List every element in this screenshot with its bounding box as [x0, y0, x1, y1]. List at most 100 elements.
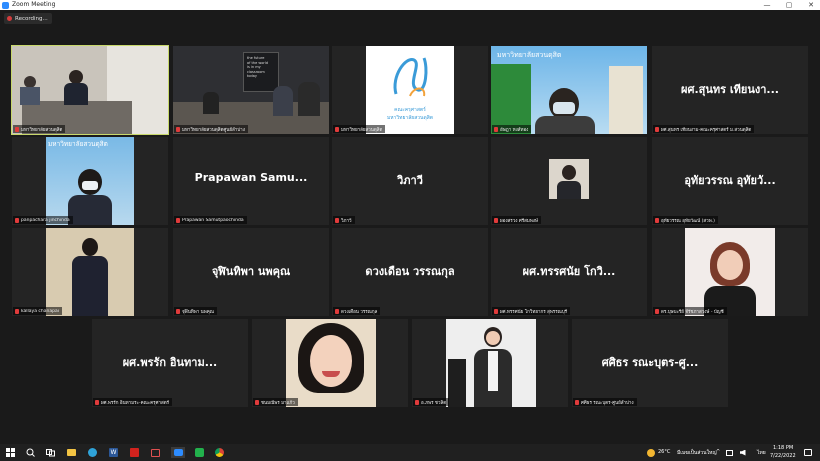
mic-muted-icon — [176, 217, 180, 223]
mic-muted-icon — [15, 308, 19, 314]
zoom-taskbar-icon[interactable] — [171, 447, 185, 458]
person-head — [562, 165, 576, 180]
media-app-icon[interactable] — [150, 447, 161, 458]
chrome-icon[interactable] — [214, 447, 225, 458]
participant-nameplate: ผศ.ทรรศนัย โกวิทยากร สุพรรณบุรี — [492, 307, 571, 315]
profile-photo — [549, 159, 589, 199]
close-button[interactable]: ✕ — [804, 0, 818, 10]
participant-tile[interactable]: จุฬินทิพา นพคุณ จุฬินทิพา นพคุณ — [173, 228, 329, 316]
participant-nameplate: อัษฎา หงส์ทอง — [492, 125, 532, 133]
participant-nameplate: ผศ.พรรัก อินทามระ-คณะครุศาสตร์ — [93, 398, 173, 406]
participant-nameplate: อุทัยวรรณ อุทัยวัฒน์ (สวพ.) — [653, 216, 718, 224]
input-language[interactable]: ไทย — [757, 449, 766, 457]
person-face — [310, 335, 352, 387]
participant-tile[interactable]: Prapawan Samu... Prapawan Samutpaochinda — [173, 137, 329, 225]
participant-tile[interactable]: kallaya chanapai — [12, 228, 168, 316]
window-title: Zoom Meeting — [12, 1, 56, 8]
building-background — [609, 66, 643, 134]
mic-muted-icon — [335, 308, 339, 314]
participant-tile[interactable]: ผศ.ทรรศนัย โกวิ... ผศ.ทรรศนัย โกวิทยากร … — [491, 228, 647, 316]
person-face — [486, 331, 500, 345]
mic-muted-icon — [415, 399, 419, 405]
participant-tile[interactable]: ดร.บุษบะรีย์ จีรัชภาสวงษ์ - บัญชี — [652, 228, 808, 316]
mic-muted-icon — [176, 126, 180, 132]
participant-tile[interactable]: ผศ.พรรัก อินทาม... ผศ.พรรัก อินทามระ-คณะ… — [92, 319, 248, 407]
participant-tile[interactable]: ชนมณีพร มาแก้ว — [252, 319, 408, 407]
participant-tile[interactable]: คณะครุศาสตร์ มหาวิทยาลัยสวนดุสิต มหาวิทย… — [332, 46, 488, 134]
window-titlebar: Zoom Meeting — [0, 0, 820, 10]
windows-taskbar: W 26°C มีเมฆเป็นส่วนใหญ่ ^ ไทย 1:18 PM 7… — [0, 444, 820, 461]
search-icon[interactable] — [25, 447, 36, 458]
maximize-button[interactable]: ▢ — [782, 0, 796, 10]
task-view-icon[interactable] — [45, 447, 56, 458]
participant-tile[interactable]: อ.ภพร ชวลิต — [412, 319, 568, 407]
participant-tile[interactable]: the future of the world is in my classro… — [173, 46, 329, 134]
recording-indicator[interactable]: Recording... — [4, 13, 52, 24]
person-body — [298, 82, 320, 116]
participant-tile[interactable]: ผศ.สุนทร เทียนงา... ผศ.สุนทร เทียนงาม-คณ… — [652, 46, 808, 134]
weather-desc: มีเมฆเป็นส่วนใหญ่ — [677, 450, 717, 456]
line-app-icon[interactable] — [194, 447, 205, 458]
mic-muted-icon — [335, 217, 339, 223]
participant-display-name: จุฬินทิพา นพคุณ — [211, 265, 291, 278]
acrobat-icon[interactable] — [129, 447, 140, 458]
person-body — [273, 86, 293, 116]
mic-muted-icon — [655, 217, 659, 223]
participant-nameplate: ชนมณีพร มาแก้ว — [253, 398, 298, 406]
zoom-app-icon — [2, 1, 9, 9]
person-head — [69, 70, 83, 84]
participant-nameplate: kallaya chanapai — [13, 307, 62, 315]
minimize-button[interactable]: — — [760, 0, 774, 10]
participant-display-name: ผศ.สุนทร เทียนงา... — [681, 83, 779, 96]
participant-display-name: ดวงเดือน วรรณกุล — [365, 265, 455, 278]
mic-muted-icon — [95, 399, 99, 405]
person-face — [717, 250, 743, 280]
mic-muted-icon — [335, 126, 339, 132]
network-icon[interactable] — [724, 447, 735, 458]
weather-temp: 26°C — [658, 449, 671, 455]
face-mask — [553, 102, 575, 114]
university-banner: มหาวิทยาลัยสวนดุสิต — [48, 140, 108, 148]
wall-poster: the future of the world is in my classro… — [243, 52, 279, 92]
face-mask — [82, 181, 98, 190]
person-shirt — [488, 351, 498, 391]
word-icon[interactable]: W — [108, 447, 119, 458]
participant-nameplate: มหาวิทยาลัยสวนดุสิต — [333, 125, 386, 133]
participant-nameplate: ศศิธร รณะบุตร-ศูนย์ลำปาง — [573, 398, 637, 406]
participant-display-name: ผศ.ทรรศนัย โกวิ... — [522, 265, 616, 278]
clock-date[interactable]: 7/22/2022 — [770, 453, 796, 459]
participant-tile[interactable]: ผองสรวง ศรีสมพงษ์ — [491, 137, 647, 225]
person-body — [72, 256, 108, 316]
participant-nameplate: ดวงเดือน วรรณกุล — [333, 307, 381, 315]
mic-muted-icon — [494, 126, 498, 132]
notification-icon[interactable] — [802, 447, 813, 458]
participant-display-name: วิภาวี — [397, 174, 423, 187]
logo-script-icon — [393, 57, 428, 97]
tray-overflow-icon[interactable]: ^ — [716, 449, 720, 455]
weather-icon[interactable] — [645, 447, 656, 458]
recording-label: Recording... — [15, 15, 48, 22]
mic-muted-icon — [494, 217, 498, 223]
edge-browser-icon[interactable] — [87, 447, 98, 458]
participant-tile[interactable]: ดวงเดือน วรรณกุล ดวงเดือน วรรณกุล — [332, 228, 488, 316]
participant-nameplate: panpachara jinchinda — [13, 216, 73, 224]
mic-muted-icon — [15, 217, 19, 223]
clock-time[interactable]: 1:18 PM — [773, 445, 793, 451]
person-body — [64, 83, 88, 105]
participant-display-name: ผศ.พรรัก อินทาม... — [122, 356, 218, 369]
office-chair — [448, 359, 466, 407]
participant-tile[interactable]: ศศิธร รณะบุตร-ศู... ศศิธร รณะบุตร-ศูนย์ล… — [572, 319, 728, 407]
participant-tile[interactable]: อุทัยวรรณ อุทัยวั... อุทัยวรรณ อุทัยวัฒน… — [652, 137, 808, 225]
participant-tile[interactable]: มหาวิทยาลัยสวนดุสิต — [11, 45, 169, 135]
file-explorer-icon[interactable] — [66, 447, 77, 458]
participant-tile[interactable]: วิภาวี วิภาวี — [332, 137, 488, 225]
participant-nameplate: วิภาวี — [333, 216, 355, 224]
person-body — [20, 87, 40, 105]
participant-nameplate: Prapawan Samutpaochinda — [174, 216, 247, 224]
mic-muted-icon — [655, 308, 659, 314]
participant-tile[interactable]: มหาวิทยาลัยสวนดุสิต panpachara jinchinda — [12, 137, 168, 225]
mic-muted-icon — [255, 399, 259, 405]
volume-icon[interactable] — [737, 447, 748, 458]
windows-start-icon[interactable] — [5, 447, 16, 458]
participant-tile[interactable]: มหาวิทยาลัยสวนดุสิต อัษฎา หงส์ทอง — [491, 46, 647, 134]
